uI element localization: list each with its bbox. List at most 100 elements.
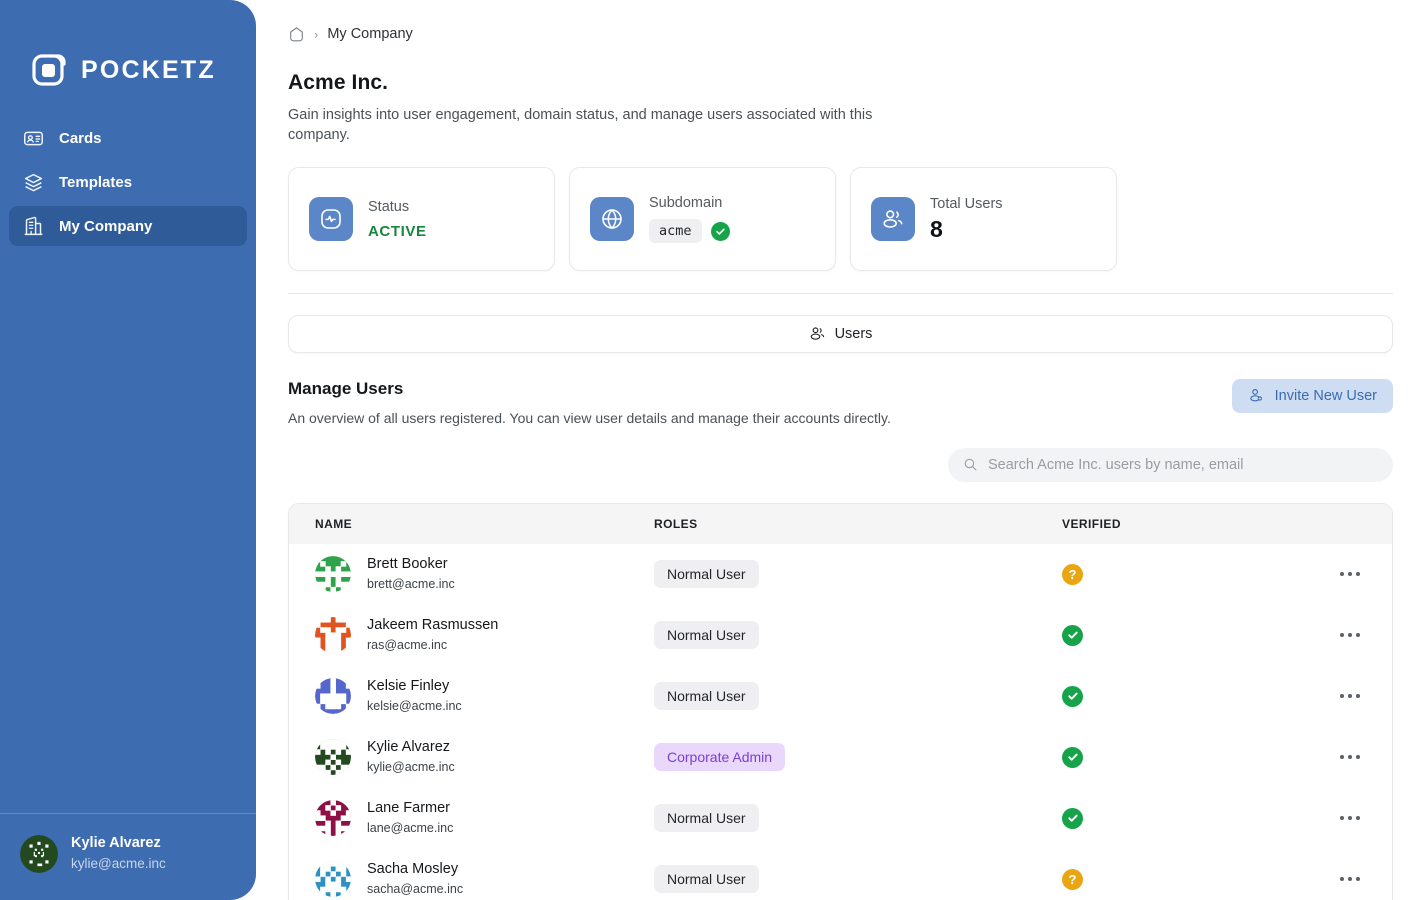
row-more-options-icon[interactable] (1334, 688, 1366, 704)
column-header-roles: ROLES (654, 504, 1062, 544)
sidebar-nav: Cards Templates (0, 118, 256, 246)
users-icon (809, 325, 826, 342)
row-more-options-icon[interactable] (1334, 566, 1366, 582)
status-badge: ACTIVE (368, 223, 427, 240)
users-icon (871, 197, 915, 241)
brand: POCKETZ (0, 0, 256, 100)
verified-check-icon (1062, 808, 1083, 829)
user-plus-icon (1248, 387, 1265, 404)
cell-name: Kylie Alvarezkylie@acme.inc (289, 727, 654, 788)
section-divider (288, 293, 1393, 294)
breadcrumb-current[interactable]: My Company (327, 26, 412, 42)
verified-check-icon (711, 222, 730, 241)
table-row[interactable]: Sacha Mosleysacha@acme.incNormal User? (289, 849, 1392, 900)
tab-users[interactable]: Users (809, 325, 873, 342)
cell-name: Jakeem Rasmussenras@acme.inc (289, 605, 654, 666)
row-more-options-icon[interactable] (1334, 871, 1366, 887)
sidebar-user-email: kylie@acme.inc (71, 854, 166, 874)
home-icon[interactable] (288, 26, 305, 43)
verified-check-icon (1062, 747, 1083, 768)
sidebar-item-cards[interactable]: Cards (9, 118, 247, 158)
activity-icon (309, 197, 353, 241)
role-badge: Normal User (654, 621, 759, 649)
cell-name: Sacha Mosleysacha@acme.inc (289, 849, 654, 900)
user-name: Sacha Mosley (367, 860, 463, 879)
cell-actions (1332, 666, 1392, 727)
sidebar: POCKETZ Cards (0, 0, 256, 900)
user-name: Jakeem Rasmussen (367, 616, 498, 635)
search-box[interactable] (948, 448, 1393, 482)
row-more-options-icon[interactable] (1334, 627, 1366, 643)
user-name: Kelsie Finley (367, 677, 462, 696)
cell-verified (1062, 666, 1332, 727)
table-body: Brett Bookerbrett@acme.incNormal User?Ja… (289, 544, 1392, 900)
user-name: Lane Farmer (367, 799, 453, 818)
id-card-icon (23, 128, 44, 149)
stat-label: Total Users (930, 195, 1003, 213)
role-badge: Corporate Admin (654, 743, 785, 771)
breadcrumb: › My Company (288, 22, 1393, 46)
brand-name: POCKETZ (81, 56, 216, 85)
cell-actions (1332, 849, 1392, 900)
cell-actions (1332, 544, 1392, 605)
invite-new-user-button[interactable]: Invite New User (1232, 379, 1393, 413)
stat-label: Subdomain (649, 194, 730, 212)
avatar (315, 617, 351, 653)
sidebar-user-name: Kylie Alvarez (71, 833, 166, 854)
tabs-bar: Users (288, 315, 1393, 353)
sidebar-item-label: Templates (59, 174, 132, 191)
stat-card-total-users: Total Users 8 (850, 167, 1117, 271)
total-users-value: 8 (930, 216, 1003, 243)
pocketz-logo-icon (30, 50, 70, 90)
role-badge: Normal User (654, 560, 759, 588)
search-input[interactable] (988, 457, 1378, 473)
user-email: lane@acme.inc (367, 819, 453, 837)
cell-verified (1062, 605, 1332, 666)
user-email: ras@acme.inc (367, 636, 498, 654)
sidebar-item-label: My Company (59, 218, 152, 235)
sidebar-item-templates[interactable]: Templates (9, 162, 247, 202)
verified-check-icon (1062, 686, 1083, 707)
cell-name: Brett Bookerbrett@acme.inc (289, 544, 654, 605)
column-header-actions (1332, 504, 1392, 544)
manage-users-subtitle: An overview of all users registered. You… (288, 410, 891, 426)
layers-icon (23, 172, 44, 193)
sidebar-item-my-company[interactable]: My Company (9, 206, 247, 246)
search-row (288, 448, 1393, 482)
manage-users-title: Manage Users (288, 379, 891, 399)
column-header-name: NAME (289, 504, 654, 544)
cell-verified (1062, 788, 1332, 849)
cell-role: Corporate Admin (654, 727, 1062, 788)
role-badge: Normal User (654, 804, 759, 832)
subdomain-chip: acme (649, 219, 702, 243)
breadcrumb-separator: › (314, 28, 318, 41)
table-row[interactable]: Brett Bookerbrett@acme.incNormal User? (289, 544, 1392, 605)
stat-card-status: Status ACTIVE (288, 167, 555, 271)
user-email: kylie@acme.inc (367, 758, 455, 776)
page-subtitle: Gain insights into user engagement, doma… (288, 105, 898, 146)
row-more-options-icon[interactable] (1334, 749, 1366, 765)
table-row[interactable]: Kylie Alvarezkylie@acme.incCorporate Adm… (289, 727, 1392, 788)
search-icon (963, 457, 978, 472)
user-email: kelsie@acme.inc (367, 697, 462, 715)
main-content: › My Company Acme Inc. Gain insights int… (256, 0, 1425, 900)
table-row[interactable]: Jakeem Rasmussenras@acme.incNormal User (289, 605, 1392, 666)
avatar (315, 678, 351, 714)
column-header-verified: VERIFIED (1062, 504, 1332, 544)
globe-icon (590, 197, 634, 241)
table-row[interactable]: Kelsie Finleykelsie@acme.incNormal User (289, 666, 1392, 727)
cell-name: Kelsie Finleykelsie@acme.inc (289, 666, 654, 727)
cell-verified: ? (1062, 544, 1332, 605)
table-row[interactable]: Lane Farmerlane@acme.inc Normal User (289, 788, 1392, 849)
avatar (315, 800, 351, 836)
sidebar-user-footer[interactable]: Kylie Alvarez kylie@acme.inc (0, 813, 256, 900)
row-more-options-icon[interactable] (1334, 810, 1366, 826)
cell-role: Normal User (654, 849, 1062, 900)
user-name: Kylie Alvarez (367, 738, 455, 757)
user-email: brett@acme.inc (367, 575, 455, 593)
unverified-question-icon: ? (1062, 869, 1083, 890)
role-badge: Normal User (654, 865, 759, 893)
table-header: NAME ROLES VERIFIED (289, 504, 1392, 544)
role-badge: Normal User (654, 682, 759, 710)
subdomain-row: acme (649, 219, 730, 243)
